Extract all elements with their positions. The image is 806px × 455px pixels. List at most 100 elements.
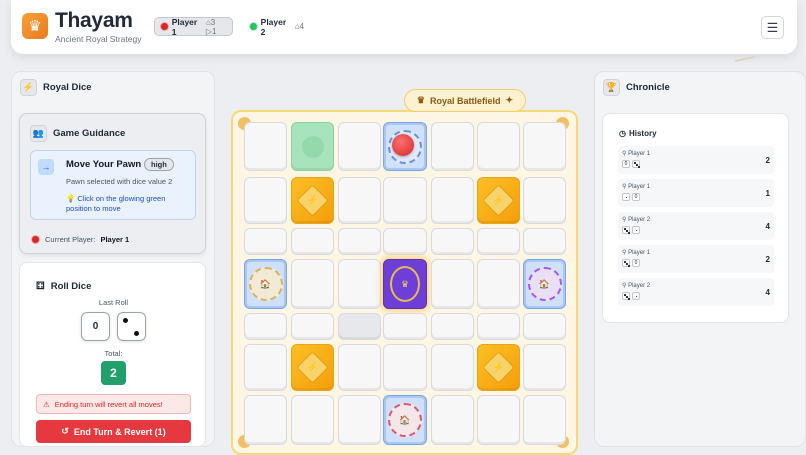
mini-die [632,226,640,234]
history-entry[interactable]: ⚲ Player 1 0 1 [618,179,774,207]
player-1-stats: ⌂3 ▷1 [205,17,217,36]
game-board: ⚡ ⚡ 🏠 ♛ 🏠 ⚡ ⚡ 🏠 [231,110,578,455]
board-cell[interactable] [477,122,520,171]
board-cell[interactable] [431,344,474,391]
board-cell[interactable] [523,313,566,340]
current-player-color-icon [31,235,40,244]
board-cell[interactable] [244,177,287,224]
board-cell[interactable] [244,122,287,171]
dice-icon: ⚃ [36,281,45,292]
home-cell[interactable]: 🏠 [523,259,566,309]
mini-die [632,160,640,168]
red-pawn-icon [392,133,414,156]
board-cell[interactable] [523,177,566,224]
revert-warning: ⚠ Ending turn will revert all moves! [36,394,191,414]
board-cell[interactable] [431,122,474,171]
board-cell[interactable] [338,228,381,255]
history-entry[interactable]: ⚲ Player 1 0 2 [618,245,774,273]
roll-dice-header: ⚃ Roll Dice [36,281,91,292]
board-cell[interactable] [383,344,427,391]
board-cell[interactable] [244,395,287,445]
rosette-cell[interactable]: ⚡ [291,344,334,391]
current-player-row: Current Player: Player 1 [31,235,129,244]
board-cell[interactable] [291,259,334,309]
mini-die [622,226,630,234]
chronicle-title: Chronicle [626,82,670,93]
history-total: 2 [765,156,770,165]
board-cell[interactable] [383,313,427,340]
board-cell[interactable] [431,228,474,255]
player-1-chip[interactable]: Player 1 ⌂3 ▷1 [154,17,233,37]
board-cell[interactable] [431,313,474,340]
rosette-cell[interactable]: ⚡ [291,177,334,224]
last-roll-label: Last Roll [98,298,129,307]
board-cell[interactable] [244,344,287,391]
crown-icon: ♛ [416,95,425,105]
board-cell[interactable] [338,259,381,309]
die-1[interactable]: 0 [81,312,110,341]
history-total: 4 [765,288,770,297]
board-cell[interactable] [523,395,566,445]
board-cell[interactable] [477,395,520,445]
history-entry[interactable]: ⚲ Player 2 4 [618,212,774,240]
end-turn-revert-button[interactable]: ↺ End Turn & Revert (1) [36,420,191,443]
board-cell[interactable] [523,344,566,391]
history-total: 2 [765,255,770,264]
board-cell[interactable] [291,395,334,445]
board-cell[interactable] [477,259,520,309]
end-turn-label: End Turn & Revert (1) [73,426,166,437]
board-cell[interactable] [477,313,520,340]
rosette-cell[interactable]: ⚡ [477,344,520,391]
board-cell[interactable] [431,177,474,224]
board-cell[interactable] [338,313,381,340]
board-cell[interactable] [383,228,427,255]
app-subtitle: Ancient Royal Strategy [55,34,142,44]
player-2-chip[interactable]: Player 2 ⌂4 [244,17,309,37]
board-cell[interactable] [244,313,287,340]
die-2[interactable] [117,312,146,341]
board-cell[interactable] [383,177,427,224]
crown-icon: ♛ [22,13,48,39]
history-entry[interactable]: ⚲ Player 2 4 [618,278,774,306]
home-cell[interactable]: 🏠 [244,259,287,309]
board-cell[interactable] [291,313,334,340]
board-cell-highlighted-target[interactable] [291,122,334,171]
home-cell[interactable]: 🏠 [383,395,427,445]
board-cell-selected[interactable] [383,122,427,171]
board-cell[interactable] [244,228,287,255]
board-cell[interactable] [477,228,520,255]
history-player: ⚲ Player 1 [622,184,651,190]
mini-die [622,292,630,300]
die-pip [134,331,139,336]
player-2-color-icon [249,22,258,31]
roll-dice-title: Roll Dice [50,281,92,292]
board-cell[interactable] [338,344,381,391]
chronicle-header: 🏆 Chronicle [603,79,670,96]
board-cell[interactable] [523,122,566,171]
arrow-right-icon: → [38,159,54,175]
hamburger-menu-icon[interactable]: ☰ [761,16,784,39]
board-cell[interactable] [338,177,381,224]
player-1-color-icon [160,22,169,31]
board-title: Royal Battlefield [430,95,501,106]
history-entry[interactable]: ⚲ Player 1 0 2 [618,146,774,174]
current-player-name: Player 1 [100,235,130,244]
guidance-header: 👥 Game Guidance [30,125,125,142]
board-cell[interactable] [291,228,334,255]
total-value: 2 [101,361,126,385]
lightning-icon: ⚡ [306,194,319,205]
mini-die: 0 [622,160,630,168]
central-throne-cell[interactable]: ♛ [383,259,427,309]
lightning-icon: ⚡ [492,361,505,372]
history-dice [622,226,640,234]
board-cell[interactable] [338,395,381,445]
rosette-cell[interactable]: ⚡ [477,177,520,224]
board-cell[interactable] [523,228,566,255]
board-cell[interactable] [431,259,474,309]
history-dice [622,292,640,300]
red-pawn[interactable] [388,129,422,164]
board-cell[interactable] [431,395,474,445]
board-cell[interactable] [338,122,381,171]
history-dice: 0 [622,259,640,267]
history-player: ⚲ Player 2 [622,283,651,289]
